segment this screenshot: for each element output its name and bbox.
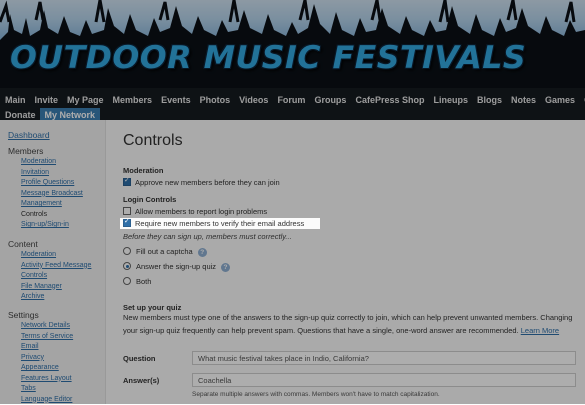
sidebar-content-list: ModerationActivity Feed MessageControlsF… <box>8 250 91 303</box>
quiz-description-text: New members must type one of the answers… <box>123 313 572 335</box>
quiz-radio[interactable] <box>123 262 131 270</box>
help-icon[interactable]: ? <box>221 263 230 272</box>
nav-item-chat[interactable]: Chat <box>579 93 585 107</box>
sidebar-item-privacy[interactable]: Privacy <box>21 353 73 364</box>
sidebar-item-network-details[interactable]: Network Details <box>21 321 73 332</box>
nav-item-cafepress-shop[interactable]: CafePress Shop <box>350 93 427 107</box>
nav-item-members[interactable]: Members <box>108 93 156 107</box>
sidebar-item-email[interactable]: Email <box>21 342 73 353</box>
report-login-option[interactable]: Allow members to report login problems <box>123 207 267 216</box>
sidebar-settings-list: Network DetailsTerms of ServiceEmailPriv… <box>8 321 73 405</box>
sidebar-item-sign-up-sign-in[interactable]: Sign-up/Sign-in <box>21 220 83 231</box>
login-controls-heading: Login Controls <box>123 195 176 204</box>
quiz-description: New members must type one of the answers… <box>123 312 578 337</box>
approve-members-label: Approve new members before they can join <box>135 178 280 187</box>
nav-item-notes[interactable]: Notes <box>506 93 539 107</box>
sidebar-dashboard-link[interactable]: Dashboard <box>8 129 50 141</box>
nav-item-forum[interactable]: Forum <box>272 93 308 107</box>
report-login-checkbox[interactable] <box>123 207 131 215</box>
both-label: Both <box>136 277 151 286</box>
sidebar-item-profile-questions[interactable]: Profile Questions <box>21 178 83 189</box>
sidebar-members-heading: Members <box>8 145 83 157</box>
nav-item-groups[interactable]: Groups <box>309 93 349 107</box>
sidebar-item-management[interactable]: Management <box>21 199 83 210</box>
both-option[interactable]: Both <box>123 277 151 286</box>
nav-item-videos[interactable]: Videos <box>234 93 271 107</box>
sidebar-item-moderation[interactable]: Moderation <box>21 250 91 261</box>
sidebar-settings-heading: Settings <box>8 309 73 321</box>
sidebar: Dashboard Members ModerationInvitationPr… <box>0 120 106 404</box>
captcha-radio[interactable] <box>123 247 131 255</box>
sidebar-item-activity-feed-message[interactable]: Activity Feed Message <box>21 261 91 272</box>
sidebar-item-language-editor[interactable]: Language Editor <box>21 395 73 405</box>
captcha-label: Fill out a captcha <box>136 247 193 256</box>
question-input[interactable]: What music festival takes place in Indio… <box>192 351 576 365</box>
quiz-label: Answer the sign-up quiz <box>136 262 216 271</box>
site-logo[interactable]: OUTDOOR MUSIC FESTIVALS <box>10 38 581 78</box>
nav-row-2: DonateMy Network <box>0 105 101 121</box>
quiz-option[interactable]: Answer the sign-up quiz? <box>123 262 230 272</box>
verify-email-label: Require new members to verify their emai… <box>135 219 304 228</box>
moderation-heading: Moderation <box>123 166 163 175</box>
verify-email-checkbox[interactable] <box>123 219 131 227</box>
help-icon[interactable]: ? <box>198 248 207 257</box>
answers-input[interactable]: Coachella <box>192 373 576 387</box>
captcha-option[interactable]: Fill out a captcha? <box>123 247 207 257</box>
sidebar-item-controls: Controls <box>21 210 83 221</box>
sidebar-item-tabs[interactable]: Tabs <box>21 384 73 395</box>
sidebar-members-list: ModerationInvitationProfile QuestionsMes… <box>8 157 83 231</box>
nav-item-blogs[interactable]: Blogs <box>472 93 505 107</box>
main-nav: MainInviteMy PageMembersEventsPhotosVide… <box>0 88 585 120</box>
nav-item-events[interactable]: Events <box>156 93 194 107</box>
learn-more-link[interactable]: Learn More <box>521 326 559 335</box>
page-title: Controls <box>123 132 183 150</box>
sidebar-item-invitation[interactable]: Invitation <box>21 168 83 179</box>
main-panel: Controls Moderation Approve new members … <box>123 120 578 404</box>
sidebar-item-terms-of-service[interactable]: Terms of Service <box>21 332 73 343</box>
approve-members-option[interactable]: Approve new members before they can join <box>123 178 280 187</box>
sidebar-item-file-manager[interactable]: File Manager <box>21 282 91 293</box>
nav-item-lineups[interactable]: Lineups <box>428 93 471 107</box>
sidebar-item-appearance[interactable]: Appearance <box>21 363 73 374</box>
answers-hint: Separate multiple answers with commas. M… <box>192 391 440 398</box>
answers-label: Answer(s) <box>123 376 159 385</box>
report-login-label: Allow members to report login problems <box>135 207 267 216</box>
verify-email-option[interactable]: Require new members to verify their emai… <box>123 219 304 228</box>
approve-members-checkbox[interactable] <box>123 178 131 186</box>
nav-row-1: MainInviteMy PageMembersEventsPhotosVide… <box>0 90 585 106</box>
sidebar-item-moderation[interactable]: Moderation <box>21 157 83 168</box>
sidebar-content-heading: Content <box>8 238 91 250</box>
nav-item-photos[interactable]: Photos <box>195 93 234 107</box>
sidebar-item-features-layout[interactable]: Features Layout <box>21 374 73 385</box>
sidebar-item-controls[interactable]: Controls <box>21 271 91 282</box>
header-banner: OUTDOOR MUSIC FESTIVALS <box>0 0 585 88</box>
signup-requirement-note: Before they can sign up, members must co… <box>123 232 292 241</box>
question-label: Question <box>123 354 156 363</box>
quiz-setup-heading: Set up your quiz <box>123 303 181 312</box>
content-area: Dashboard Members ModerationInvitationPr… <box>0 120 585 404</box>
nav-item-games[interactable]: Games <box>540 93 578 107</box>
sidebar-item-message-broadcast[interactable]: Message Broadcast <box>21 189 83 200</box>
both-radio[interactable] <box>123 277 131 285</box>
sidebar-item-archive[interactable]: Archive <box>21 292 91 303</box>
